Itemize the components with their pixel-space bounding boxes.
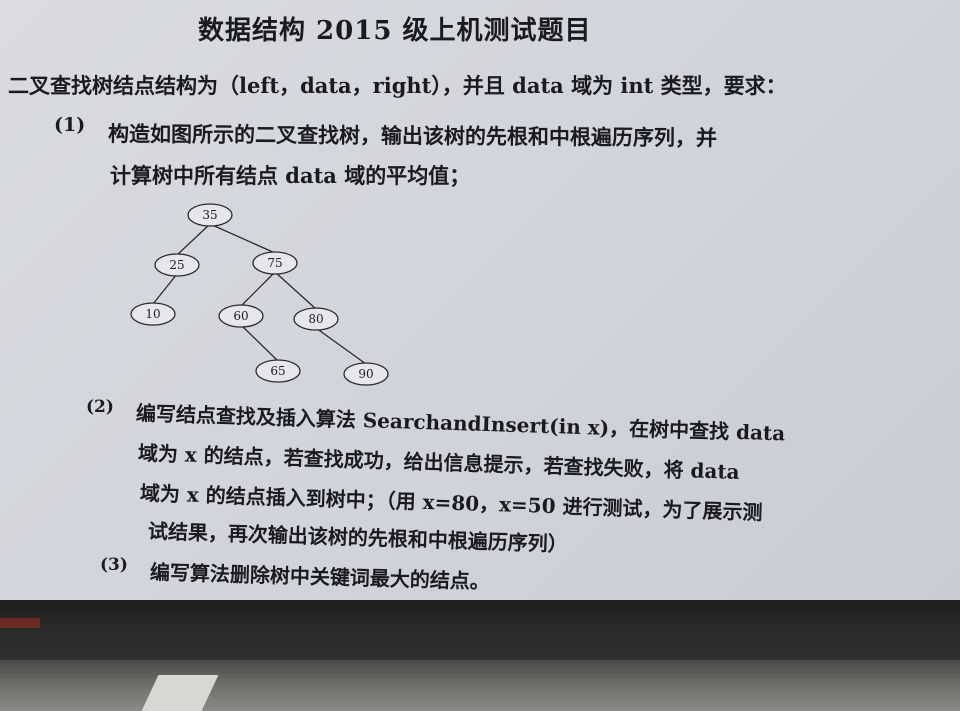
q1-number: (1) [54,114,86,136]
tree-node-65: 65 [255,359,301,383]
q2-number: (2) [86,397,114,417]
tree-edge-n80-n90 [315,327,367,365]
q1-text-line1: 构造如图所示的二叉查找树，输出该树的先根和中根遍历序列，并 [107,121,718,151]
tree-node-75: 75 [252,251,298,275]
q3-number: (3) [100,555,128,575]
bst-diagram: 35 25 75 10 60 80 65 90 [130,203,389,386]
document-title: 数据结构 2015 级上机测试题目 [198,16,592,46]
q1-text-line2: 计算树中所有结点 data 域的平均值； [110,163,471,188]
tree-edge-n75-n60 [240,271,276,307]
tree-node-10: 10 [130,302,176,326]
tree-edge-n35-n75 [209,223,276,254]
monitor-screen: 数据结构 2015 级上机测试题目 二叉查找树结点结构为（left，data，r… [0,0,960,612]
tree-edge-n35-n25 [176,223,211,256]
tree-node-label: 90 [358,367,373,381]
tree-edge-n75-n80 [274,271,317,310]
tree-node-label: 25 [169,258,184,272]
q2-text-line4: 试结果，再次输出该树的先根和中根遍历序列） [147,519,569,557]
tree-edge-n60-n65 [240,324,279,362]
tree-edge-n25-n10 [152,273,178,305]
tree-node-label: 10 [145,307,160,321]
q3-text-line1: 编写算法删除树中关键词最大的结点。 [149,560,491,594]
tree-node-60: 60 [218,304,264,328]
tree-node-25: 25 [154,253,200,277]
intro-paragraph: 二叉查找树结点结构为（left，data，right），并且 data 域为 i… [8,73,787,98]
tree-node-80: 80 [293,307,339,331]
tree-node-90: 90 [343,362,389,386]
tree-node-35: 35 [187,203,233,227]
tree-node-label: 65 [270,364,285,378]
q2-text-line2: 域为 x 的结点，若查找成功，给出信息提示，若查找失败，将 data [137,441,740,484]
tree-node-label: 60 [233,309,248,323]
tree-node-label: 35 [202,208,217,222]
tree-node-label: 75 [267,256,282,270]
tree-node-label: 80 [308,312,323,326]
bezel-logo-strip [0,618,40,628]
